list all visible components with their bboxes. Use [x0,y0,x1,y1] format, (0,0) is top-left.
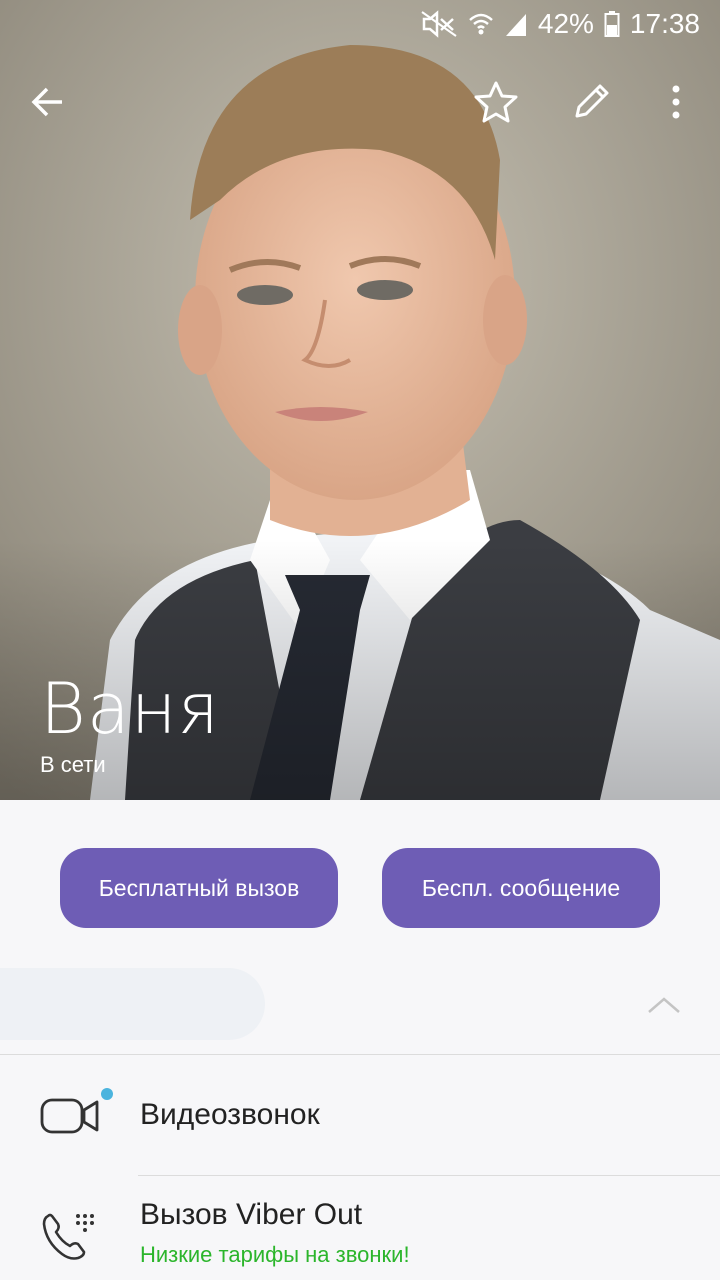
free-call-button[interactable]: Бесплатный вызов [60,848,338,928]
video-call-label: Видеозвонок [140,1098,320,1131]
collapse-button[interactable] [646,990,682,1020]
pencil-icon [569,80,613,129]
status-bar: 42% 17:38 [0,0,720,48]
contact-name: Ваня [40,668,220,750]
top-app-bar [0,70,720,140]
chevron-up-icon [646,997,682,1024]
viber-out-row[interactable]: Вызов Viber Out Низкие тарифы на звонки! [0,1176,720,1280]
back-arrow-icon [30,84,66,125]
more-vert-icon [670,84,682,125]
battery-icon [604,10,620,38]
clock: 17:38 [629,8,700,39]
viber-out-label: Вызов Viber Out [140,1198,363,1231]
viber-out-subtitle: Низкие тарифы на звонки! [140,1242,410,1267]
signal-icon [504,10,528,38]
divider [0,1054,720,1055]
battery-percent: 42% [537,8,594,39]
back-button[interactable] [20,76,76,132]
new-feature-badge [101,1088,113,1100]
video-call-row[interactable]: Видеозвонок [0,1056,720,1174]
star-icon [473,80,519,129]
wifi-icon [468,10,494,38]
favorite-button[interactable] [468,76,524,132]
phone-number-redacted[interactable] [0,968,265,1040]
video-camera-icon [40,1096,100,1141]
free-message-button[interactable]: Беспл. сообщение [382,848,660,928]
phone-icon [40,1210,100,1267]
online-status: В сети [40,752,106,777]
more-options-button[interactable] [648,76,704,132]
edit-button[interactable] [563,76,619,132]
mute-icon [420,10,458,38]
